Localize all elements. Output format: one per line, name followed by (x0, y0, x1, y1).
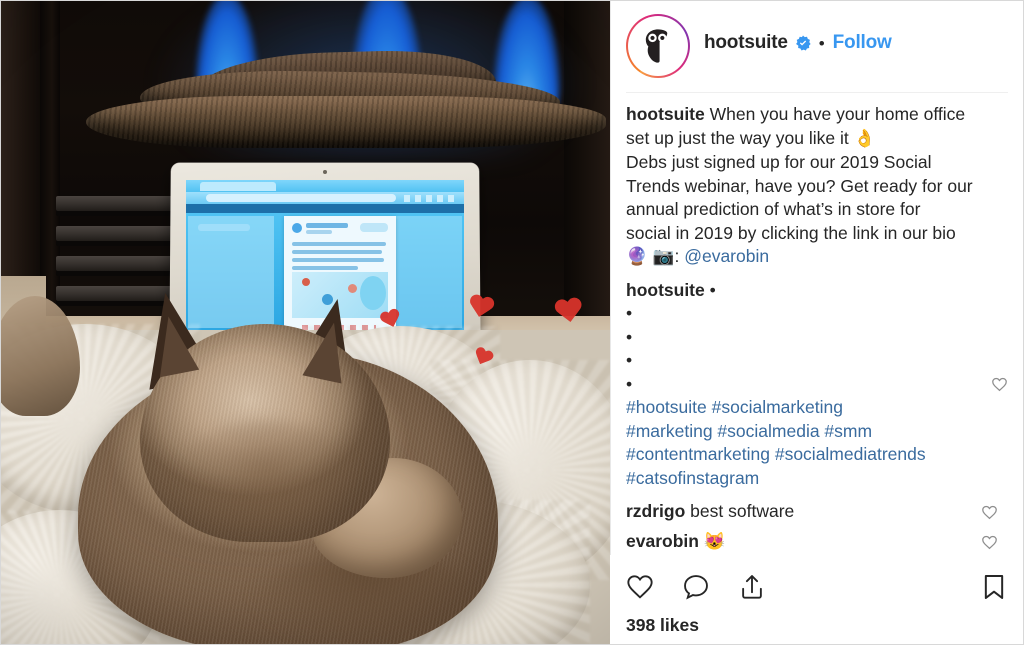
log-texture (86, 96, 606, 148)
caption-mention[interactable]: @evarobin (684, 246, 769, 266)
card-text-line (292, 266, 358, 270)
card-button (360, 223, 388, 232)
heart-outline-icon[interactable] (626, 573, 654, 601)
crystal-ball-emoji: 🔮 (626, 247, 648, 267)
heart-outline-icon[interactable] (981, 504, 998, 521)
bookmark-outline-icon[interactable] (980, 573, 1008, 601)
verified-badge-icon (795, 35, 811, 51)
account-username[interactable]: hootsuite (704, 32, 788, 54)
comment-username[interactable]: evarobin (626, 531, 699, 551)
card-text-line (292, 258, 384, 262)
caption-colon: : (674, 246, 685, 266)
browser-chip (198, 224, 250, 231)
action-icons (626, 567, 1008, 607)
bullet-spacer-1: • (626, 303, 633, 323)
caption-line-4: Trends webinar, have you? Get ready for … (626, 175, 973, 196)
cat-nape-shading (172, 420, 362, 550)
hashtag-line-3[interactable]: #contentmarketing #socialmediatrends (626, 443, 1008, 467)
hashtag-comment-author-line: hootsuite • (626, 279, 1008, 303)
ok-hand-emoji: 👌 (853, 128, 876, 149)
post-caption: hootsuite When you have your home office… (626, 103, 1008, 270)
hashtag-comment: hootsuite • • • • • #hootsuite #socialma… (626, 279, 1008, 491)
post-photo[interactable] (0, 0, 610, 645)
browser-bookmarks-bar (186, 204, 464, 213)
browser-toolbar-icons (404, 195, 458, 202)
fireplace-log-front (86, 96, 606, 148)
post-details-panel: hootsuite • Follow hootsuite When you ha… (610, 0, 1024, 645)
post-action-bar: 398 likes (610, 555, 1024, 645)
bullet-spacer-4: • (626, 373, 633, 394)
caption-line-3: Debs just signed up for our 2019 Social (626, 152, 932, 172)
card-text-line (292, 250, 382, 254)
share-arrow-icon[interactable] (738, 573, 766, 601)
card-subtitle (306, 230, 332, 234)
owl-glyph (645, 29, 668, 63)
card-avatar (292, 223, 302, 233)
card-node (348, 284, 357, 293)
hashtag-line-4[interactable]: #catsofinstagram (626, 467, 1008, 491)
caption-line-1: When you have your home office (704, 104, 966, 124)
likes-count: 398 likes (626, 615, 699, 635)
comment-text: best software (685, 501, 795, 521)
siamese-cat (44, 286, 514, 645)
camera-emoji: 📷 (652, 247, 675, 267)
avatar[interactable] (626, 14, 690, 78)
laptop-webcam (323, 170, 327, 174)
hashtag-comment-author[interactable]: hootsuite (626, 280, 705, 300)
heart-outline-icon[interactable] (981, 534, 998, 551)
photo-stage (0, 0, 610, 645)
caption-author[interactable]: hootsuite (626, 104, 705, 124)
comment-item: rzdrigo best software (626, 500, 1008, 524)
hootsuite-owl-logo-icon (631, 19, 685, 73)
heart-outline-icon[interactable] (991, 376, 1008, 393)
panel-left-edge (610, 0, 611, 645)
header-separator: • (818, 33, 825, 53)
card-node (302, 278, 310, 286)
hashtag-author-suffix: • (704, 279, 716, 300)
post-content: hootsuite When you have your home office… (610, 93, 1024, 577)
bullet-spacer-3: • (626, 350, 633, 370)
follow-button[interactable]: Follow (833, 32, 892, 54)
browser-url-field (206, 194, 396, 202)
comment-item: evarobin 😻 (626, 530, 1008, 554)
hashtag-line-1[interactable]: #hootsuite #socialmarketing (626, 396, 1008, 420)
bullet-spacer-4-row: • (626, 373, 1008, 397)
card-name (306, 223, 348, 228)
comment-username[interactable]: rzdrigo (626, 501, 685, 521)
caption-line-6: social in 2019 by clicking the link in o… (626, 222, 956, 243)
blanket-heart-motif (553, 297, 585, 326)
header-meta: hootsuite • Follow (704, 32, 892, 54)
bullet-spacer-2: • (626, 326, 633, 347)
comment-text: 😻 (698, 530, 726, 551)
instagram-post-screenshot: hootsuite • Follow hootsuite When you ha… (0, 0, 1024, 645)
hashtag-line-2[interactable]: #marketing #socialmedia #smm (626, 420, 1008, 444)
caption-line-2: set up just the way you like it (626, 127, 854, 148)
comment-bubble-icon[interactable] (682, 573, 710, 601)
browser-tab (200, 182, 276, 191)
avatar-inner-ring (628, 16, 688, 76)
post-header: hootsuite • Follow (610, 0, 1024, 92)
card-text-line (292, 242, 386, 246)
caption-line-5: annual prediction of what’s in store for (626, 199, 921, 219)
